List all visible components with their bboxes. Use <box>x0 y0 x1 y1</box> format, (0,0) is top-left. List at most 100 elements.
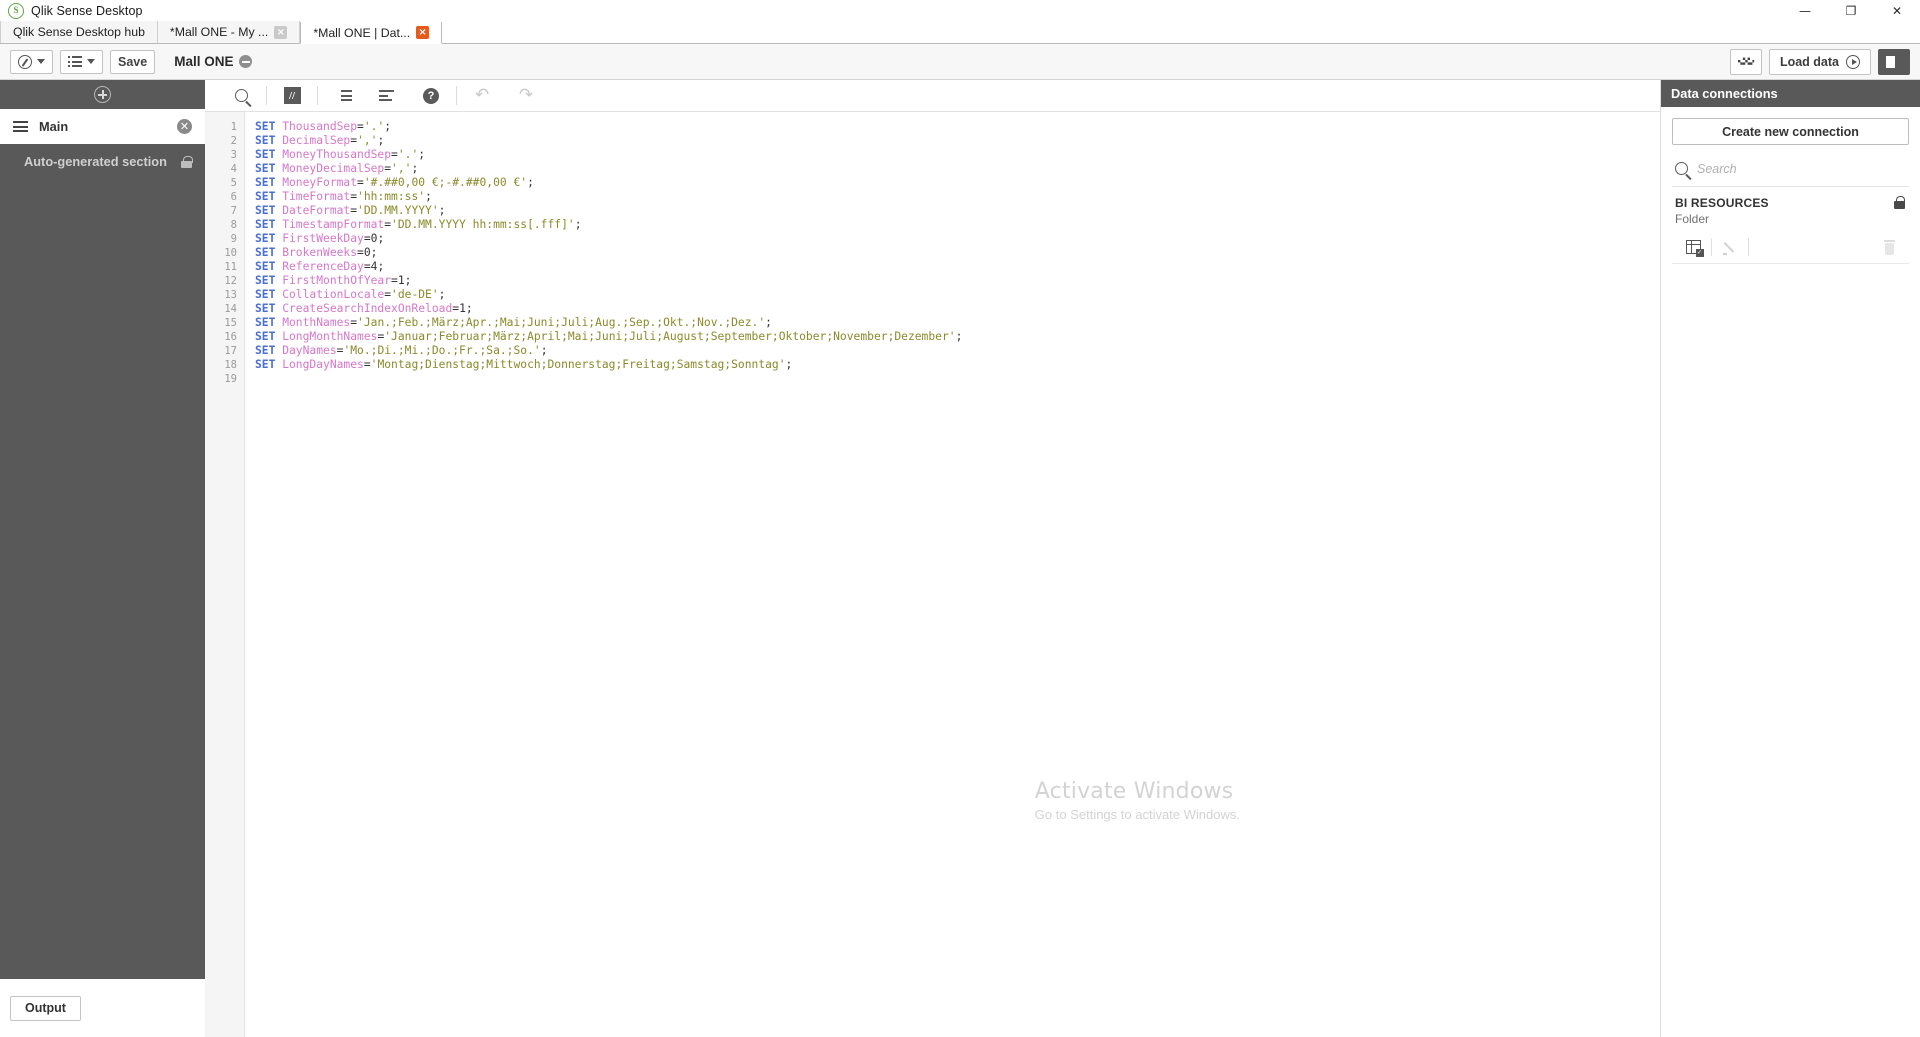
connection-search-row[interactable]: Search <box>1672 151 1909 187</box>
outdent-button[interactable] <box>365 80 409 112</box>
window-controls: — ❐ ✕ <box>1782 0 1920 22</box>
comment-toggle-button[interactable]: // <box>270 80 314 112</box>
line-number-gutter: 1 2 3 4 5 6 7 8 9 10 11 12 13 14 15 16 17 18 19 <box>205 112 245 1037</box>
data-connections-panel: Data connections Create new connection S… <box>1660 80 1920 1037</box>
undo-button[interactable]: ↶ <box>460 80 504 112</box>
toolbar-right-group: Load data <box>1729 48 1910 75</box>
load-data-button[interactable]: Load data <box>1768 48 1871 75</box>
sidebar-item-label: Auto-generated section <box>24 154 167 169</box>
line-number: 15 <box>224 317 237 329</box>
tab-label: Qlik Sense Desktop hub <box>13 25 145 39</box>
line-number: 12 <box>224 275 237 287</box>
code-area[interactable]: 1 2 3 4 5 6 7 8 9 10 11 12 13 14 15 16 17 18 19 SET Thousa… <box>205 112 1660 1037</box>
line-number: 18 <box>224 359 237 371</box>
tab-label: *Mall ONE - My ... <box>169 25 269 39</box>
sidebar-item-main[interactable]: Main ✕ <box>0 109 205 144</box>
main-toolbar: Save Mall ONE Load data <box>0 44 1920 80</box>
window-title: Qlik Sense Desktop <box>31 4 143 18</box>
script-code[interactable]: SET ThousandSep='.'; SET DecimalSep=',';… <box>245 112 1660 1037</box>
output-button[interactable]: Output <box>10 995 81 1021</box>
sidebar-item-auto-generated-section[interactable]: Auto-generated section <box>0 144 205 179</box>
minimize-button[interactable]: — <box>1782 0 1828 22</box>
navigation-dropdown-button[interactable] <box>10 49 53 74</box>
search-icon <box>234 89 248 102</box>
help-button[interactable]: ? <box>409 80 453 112</box>
sheet-list-dropdown-button[interactable] <box>60 49 103 74</box>
line-number: 16 <box>224 331 237 343</box>
line-number: 2 <box>230 135 237 147</box>
delete-connection-button[interactable] <box>1883 239 1896 255</box>
panel-header: Data connections <box>1661 80 1920 107</box>
lock-icon <box>181 155 193 168</box>
toggle-right-panel-button[interactable] <box>1878 48 1910 75</box>
line-number: 8 <box>230 219 237 231</box>
line-number: 1 <box>230 121 237 133</box>
insight-advisor-icon <box>1737 57 1755 65</box>
panel-body: Create new connection Search BI RESOURCE… <box>1661 107 1920 264</box>
connection-actions: ✓ <box>1675 231 1906 263</box>
script-editor: // ? ↶ ↷ 1 2 3 4 5 6 7 8 9 10 11 12 13 14 15 16 17 18 19 S… <box>205 80 1660 1037</box>
undo-icon: ↶ <box>474 85 490 105</box>
maximize-button[interactable]: ❐ <box>1828 0 1874 22</box>
pencil-icon <box>1722 240 1738 255</box>
indent-button[interactable] <box>321 80 365 112</box>
redo-button[interactable]: ↷ <box>504 80 548 112</box>
chevron-down-icon <box>87 59 95 64</box>
edit-connection-button[interactable] <box>1712 231 1748 263</box>
line-number: 4 <box>230 163 237 175</box>
create-new-connection-button[interactable]: Create new connection <box>1672 118 1909 145</box>
window-title-bar: S Qlik Sense Desktop — ❐ ✕ <box>0 0 1920 22</box>
search-input[interactable]: Search <box>1697 162 1737 176</box>
play-icon <box>1846 54 1860 69</box>
search-button[interactable] <box>219 80 263 112</box>
list-icon <box>68 56 82 67</box>
app-info-icon[interactable] <box>239 55 253 68</box>
app-title-text: Mall ONE <box>174 54 234 69</box>
tab-qlik-sense-desktop-hub[interactable]: Qlik Sense Desktop hub <box>0 21 158 43</box>
load-data-label: Load data <box>1779 54 1839 69</box>
add-section-button[interactable] <box>0 80 205 109</box>
qlik-logo-icon: S <box>8 3 24 19</box>
plus-icon <box>94 86 111 103</box>
line-number: 13 <box>224 289 237 301</box>
close-icon[interactable]: ✕ <box>177 119 192 134</box>
connection-type: Folder <box>1675 212 1710 226</box>
check-badge-icon: ✓ <box>1695 249 1704 257</box>
panel-icon <box>1885 55 1903 68</box>
close-icon[interactable]: × <box>274 25 288 39</box>
tab-mall-one-my[interactable]: *Mall ONE - My ... × <box>157 21 301 43</box>
tab-mall-one-data[interactable]: *Mall ONE | Dat... × <box>300 22 443 44</box>
script-sections-sidebar: Main ✕ Auto-generated section <box>0 80 205 979</box>
divider <box>456 86 457 105</box>
help-icon: ? <box>423 87 439 104</box>
compass-icon <box>18 54 32 69</box>
line-number: 9 <box>230 233 237 245</box>
line-number: 14 <box>224 303 237 315</box>
close-window-button[interactable]: ✕ <box>1874 0 1920 22</box>
line-number: 7 <box>230 205 237 217</box>
divider <box>1748 238 1749 256</box>
lock-icon <box>1894 196 1905 209</box>
line-number: 17 <box>224 345 237 357</box>
chevron-down-icon <box>37 59 45 64</box>
line-number: 5 <box>230 177 237 189</box>
sidebar-item-label: Main <box>39 119 69 134</box>
select-data-button[interactable]: ✓ <box>1675 231 1711 263</box>
app-title: Mall ONE <box>174 54 253 69</box>
outdent-icon <box>378 90 396 101</box>
save-button[interactable]: Save <box>110 49 156 74</box>
drag-handle-icon[interactable] <box>13 121 28 132</box>
line-number: 11 <box>224 261 237 273</box>
qlik-sense-desktop-window: S Qlik Sense Desktop — ❐ ✕ Qlik Sense De… <box>0 0 1920 1037</box>
comment-icon: // <box>283 87 301 104</box>
close-icon[interactable]: × <box>416 26 430 39</box>
line-number: 10 <box>224 247 237 259</box>
redo-icon: ↷ <box>518 85 534 105</box>
list-item[interactable]: BI RESOURCES Folder ✓ <box>1672 187 1909 264</box>
line-number: 3 <box>230 149 237 161</box>
output-bar: Output <box>0 979 205 1037</box>
search-icon <box>1675 162 1688 175</box>
connection-name: BI RESOURCES <box>1675 196 1769 210</box>
indent-icon <box>335 90 352 101</box>
smart-search-button[interactable] <box>1729 48 1762 75</box>
